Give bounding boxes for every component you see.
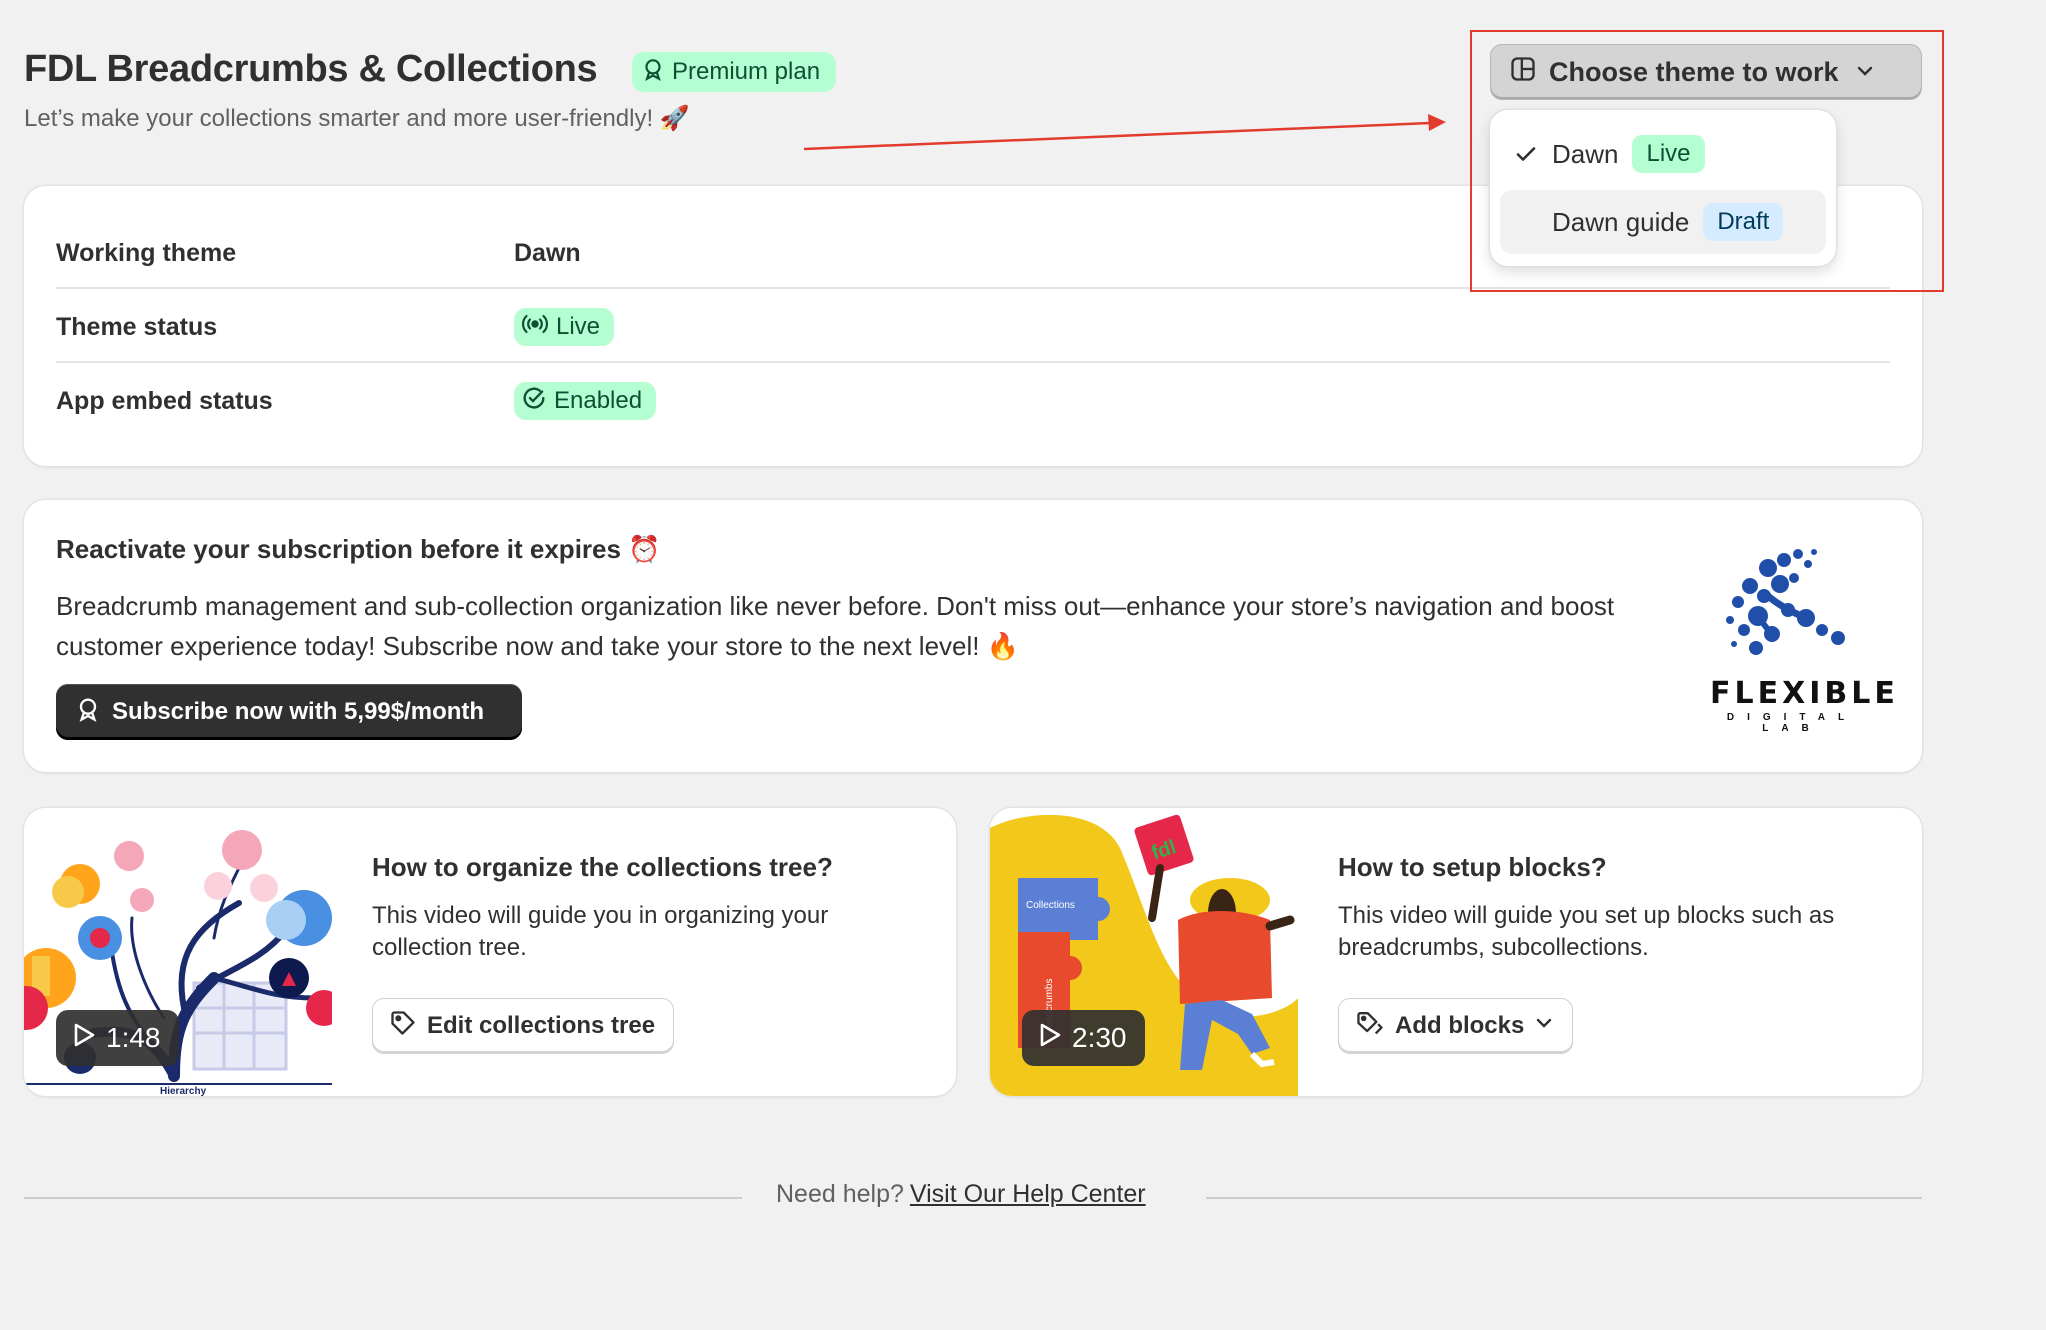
subscribe-button-label: Subscribe now with 5,99$/month <box>112 698 485 725</box>
divider <box>56 287 1890 289</box>
plan-badge-label: Premium plan <box>672 58 821 85</box>
video-duration-badge[interactable]: 2:30 <box>1022 1010 1145 1066</box>
help-center-link[interactable]: Visit Our Help Center <box>910 1180 1146 1208</box>
video-duration: 1:48 <box>106 1022 161 1053</box>
divider <box>56 361 1890 363</box>
footer-divider-right <box>1206 1197 1922 1199</box>
app-embed-label: App embed status <box>56 386 273 415</box>
help-footer: Need help? Visit Our Help Center <box>776 1180 1146 1209</box>
fdl-logo: FLEXIBLE DIGITAL LAB <box>1710 540 1899 734</box>
theme-status-row: Theme status Live <box>56 290 1890 364</box>
choose-theme-button[interactable]: Choose theme to work <box>1490 44 1922 100</box>
app-embed-row: App embed status Enabled <box>56 364 1890 438</box>
theme-dropdown-menu: Dawn Live Dawn guide Draft <box>1490 110 1836 266</box>
theme-status-label: Theme status <box>56 312 218 341</box>
theme-status-value: Live <box>556 313 601 340</box>
logo-wordmark: FLEXIBLE <box>1710 676 1899 711</box>
video-thumbnail-setup-blocks[interactable]: Collections Breadcrumbs fdl 2:30 <box>990 808 1298 1096</box>
video-duration-badge[interactable]: 1:48 <box>56 1010 179 1066</box>
play-icon <box>72 1022 96 1055</box>
logo-subtitle: DIGITAL LAB <box>1726 712 1858 734</box>
fdl-logo-mark <box>1726 549 1845 655</box>
choose-theme-label: Choose theme to work <box>1549 56 1839 87</box>
edit-collections-tree-button[interactable]: Edit collections tree <box>372 998 675 1054</box>
footer-divider-left <box>24 1197 742 1199</box>
theme-option-name: Dawn guide <box>1552 206 1690 237</box>
help-prefix: Need help? <box>776 1180 904 1208</box>
subscription-title: Reactivate your subscription before it e… <box>56 534 661 564</box>
thumbnail-caption: Hierarchy <box>160 1086 207 1096</box>
video-description: This video will guide you in organizing … <box>372 902 829 961</box>
working-theme-label: Working theme <box>56 238 237 267</box>
chevron-down-icon <box>1855 57 1875 88</box>
edit-collections-tree-label: Edit collections tree <box>427 1012 656 1039</box>
broadcast-icon <box>520 312 550 343</box>
theme-option-dawn-guide[interactable]: Dawn guide Draft <box>1500 190 1826 254</box>
theme-option-dawn[interactable]: Dawn Live <box>1500 122 1826 186</box>
page-subtitle: Let’s make your collections smarter and … <box>24 105 690 132</box>
subscribe-button[interactable]: Subscribe now with 5,99$/month <box>56 684 522 740</box>
add-blocks-label: Add blocks <box>1395 1012 1525 1039</box>
award-icon <box>640 56 666 89</box>
working-theme-value: Dawn <box>514 238 581 267</box>
play-icon <box>1038 1022 1062 1055</box>
live-badge: Live <box>1632 135 1705 173</box>
check-circle-icon <box>520 384 548 419</box>
video-duration: 2:30 <box>1072 1022 1127 1053</box>
live-status-badge: Live <box>514 308 615 346</box>
thumbnail-collections-label: Collections <box>1026 900 1075 911</box>
blocks-icon <box>1355 1009 1385 1044</box>
video-title: How to setup blocks? <box>1338 852 1607 882</box>
subscription-card: Reactivate your subscription before it e… <box>24 500 1922 772</box>
premium-plan-badge: Premium plan <box>632 52 837 92</box>
video-card-collections-tree: Hierarchy 1:48 How to organize the colle… <box>24 808 956 1096</box>
chevron-down-icon <box>1534 1012 1554 1040</box>
video-description: This video will guide you set up blocks … <box>1338 902 1835 961</box>
page-title: FDL Breadcrumbs & Collections <box>24 48 598 90</box>
draft-badge: Draft <box>1703 203 1784 241</box>
video-thumbnail-collections-tree[interactable]: Hierarchy 1:48 <box>24 808 332 1096</box>
layout-icon <box>1509 55 1537 90</box>
subscription-text: Breadcrumb management and sub-collection… <box>56 591 1615 661</box>
theme-option-name: Dawn <box>1552 138 1619 169</box>
award-icon <box>74 695 102 730</box>
video-title: How to organize the collections tree? <box>372 852 833 882</box>
enabled-status-badge: Enabled <box>514 382 657 420</box>
app-page: FDL Breadcrumbs & Collections Premium pl… <box>0 0 2046 1330</box>
video-card-setup-blocks: Collections Breadcrumbs fdl 2:30 How to … <box>990 808 1922 1096</box>
app-embed-value: Enabled <box>554 387 643 414</box>
tag-icon <box>389 1009 417 1044</box>
checkmark-icon <box>1500 142 1552 166</box>
add-blocks-button[interactable]: Add blocks <box>1338 998 1574 1054</box>
